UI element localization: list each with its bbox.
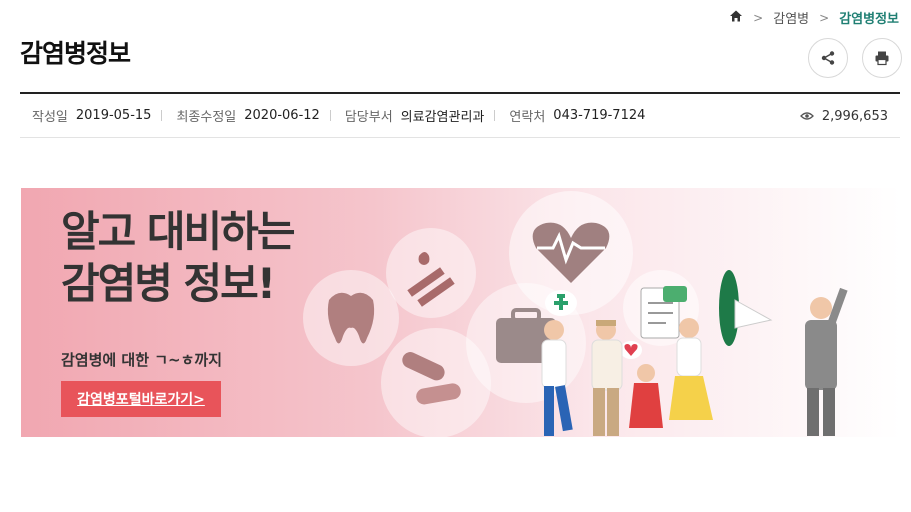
view-count-value: 2,996,653 [821,108,888,124]
eye-icon [799,112,814,120]
breadcrumb-item-current[interactable]: 감염병정보 [839,8,899,27]
dept-value: 의료감염관리과 [400,110,485,125]
divider [494,110,496,121]
banner-headline-line-1: 알고 대비하는 [61,207,295,256]
breadcrumb: > 감염병 > 감염병정보 [729,8,899,27]
page-title: 감염병정보 [20,39,131,68]
contact-value: 043-719-7124 [553,108,646,123]
post-meta: 작성일 2019-05-15 최종수정일 2020-06-12 담당부서 의료감… [20,92,900,138]
syringe-icon-circle [386,228,476,318]
created-label: 작성일 [32,110,68,125]
portal-link-button[interactable]: 감염병포털바로가기> [61,381,221,417]
share-button[interactable] [808,38,848,78]
print-button[interactable] [862,38,902,78]
view-count: 2,996,653 [799,94,888,138]
breadcrumb-separator: > [819,10,830,25]
created-value: 2019-05-15 [75,108,152,123]
banner-subline: 감염병에 대한 ㄱ~ㅎ까지 [61,351,223,369]
divider [161,110,163,121]
dept-label: 담당부서 [344,110,393,125]
contact-label: 연락처 [509,110,546,125]
print-icon [875,51,889,66]
divider [329,110,331,121]
banner-headline-line-2: 감염병 정보! [61,259,276,308]
health-illustration [303,191,848,437]
modified-label: 최종수정일 [176,110,237,125]
banner-headline: 알고 대비하는 감염병 정보! [61,206,295,310]
share-icon [821,51,835,65]
home-icon[interactable] [729,9,743,27]
modified-value: 2020-06-12 [244,108,320,123]
breadcrumb-separator: > [753,10,764,25]
portal-banner[interactable]: 알고 대비하는 감염병 정보! 감염병에 대한 ㄱ~ㅎ까지 감염병포털바로가기> [21,188,901,437]
breadcrumb-item-infectious-disease[interactable]: 감염병 [773,8,809,27]
